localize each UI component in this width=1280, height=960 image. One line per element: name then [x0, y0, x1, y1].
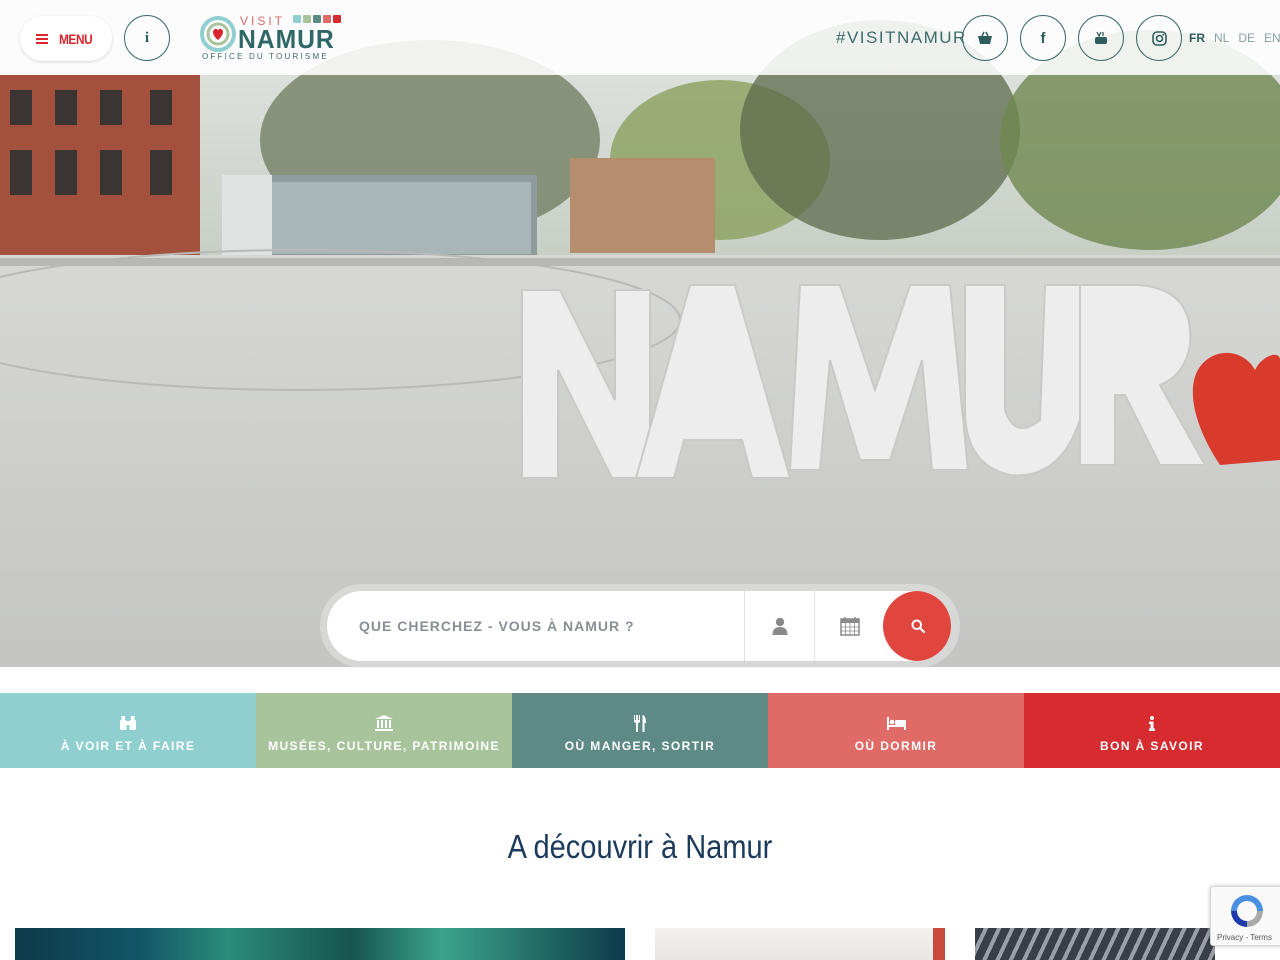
- shop-bag-icon: [978, 31, 992, 44]
- logo-subtitle: OFFICE DU TOURISME: [202, 52, 329, 61]
- discover-card[interactable]: [655, 928, 945, 960]
- category-bar: À VOIR ET À FAIRE MUSÉES, CULTURE, PATRI…: [0, 693, 1280, 768]
- facebook-button[interactable]: f: [1020, 15, 1066, 61]
- site-logo[interactable]: VISIT NAMUR OFFICE DU TOURISME: [200, 14, 342, 62]
- instagram-button[interactable]: [1136, 15, 1182, 61]
- language-switcher: FR NL DE EN: [1189, 31, 1280, 45]
- date-selector[interactable]: [815, 591, 884, 661]
- cutlery-icon: [633, 713, 647, 733]
- recaptcha-badge[interactable]: Privacy - Terms: [1210, 886, 1280, 946]
- logo-heart-icon: [200, 16, 236, 52]
- youtube-button[interactable]: [1078, 15, 1124, 61]
- section-title: A découvrir à Namur: [507, 828, 773, 865]
- category-label: OÙ DORMIR: [854, 739, 938, 753]
- info-button[interactable]: i: [124, 15, 170, 61]
- shop-button[interactable]: [962, 15, 1008, 61]
- search-input[interactable]: [327, 591, 744, 661]
- instagram-icon: [1151, 30, 1167, 46]
- bed-icon: [886, 713, 906, 733]
- discover-card[interactable]: [975, 928, 1215, 960]
- category-dormir[interactable]: OÙ DORMIR: [768, 693, 1024, 768]
- search-icon: [911, 619, 925, 633]
- category-label: BON À SAVOIR: [1100, 739, 1204, 753]
- recaptcha-terms[interactable]: Privacy - Terms: [1217, 933, 1272, 942]
- lang-fr[interactable]: FR: [1189, 31, 1205, 45]
- lang-en[interactable]: EN: [1264, 31, 1280, 45]
- menu-label: MENU: [59, 30, 93, 47]
- user-icon: [772, 617, 787, 635]
- persons-selector[interactable]: [745, 591, 814, 661]
- category-label: À VOIR ET À FAIRE: [60, 739, 196, 753]
- category-label: OÙ MANGER, SORTIR: [564, 739, 716, 753]
- info-icon: [1148, 713, 1156, 733]
- hamburger-icon: [36, 33, 49, 44]
- hashtag-link[interactable]: #VISITNAMUR: [836, 28, 967, 48]
- site-header: MENU i VISIT NAMUR OFFICE DU TOURISME #V…: [0, 0, 1280, 75]
- category-bon-a-savoir[interactable]: BON À SAVOIR: [1024, 693, 1280, 768]
- recaptcha-icon: [1231, 895, 1263, 927]
- category-voir-faire[interactable]: À VOIR ET À FAIRE: [0, 693, 256, 768]
- lang-nl[interactable]: NL: [1214, 31, 1229, 45]
- logo-squares: [293, 15, 341, 23]
- page: MENU i VISIT NAMUR OFFICE DU TOURISME #V…: [0, 0, 1280, 960]
- search-button[interactable]: [883, 591, 951, 661]
- discover-card[interactable]: [15, 928, 625, 960]
- category-manger-sortir[interactable]: OÙ MANGER, SORTIR: [512, 693, 768, 768]
- search-bar: [327, 591, 951, 661]
- menu-button[interactable]: MENU: [20, 16, 112, 61]
- lang-de[interactable]: DE: [1238, 31, 1255, 45]
- binoculars-icon: [119, 713, 137, 733]
- hero-image: [0, 0, 1280, 667]
- category-musees[interactable]: MUSÉES, CULTURE, PATRIMOINE: [256, 693, 512, 768]
- museum-icon: [375, 713, 393, 733]
- hero-photo: [0, 0, 1280, 667]
- calendar-icon: [839, 617, 860, 636]
- info-icon: i: [144, 29, 150, 46]
- category-label: MUSÉES, CULTURE, PATRIMOINE: [268, 739, 500, 753]
- youtube-icon: [1095, 31, 1107, 44]
- facebook-icon: f: [1040, 29, 1046, 47]
- logo-name: NAMUR: [238, 24, 335, 54]
